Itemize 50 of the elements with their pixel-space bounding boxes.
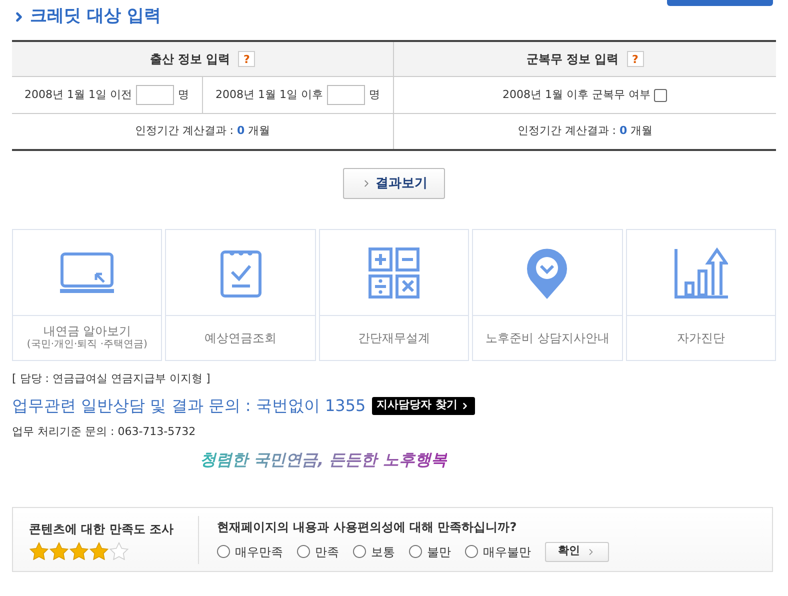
field-label: 2008년 1월 이후 군복무 여부: [502, 86, 650, 103]
star-icon[interactable]: [49, 542, 69, 560]
field-label: 2008년 1월 1일 이전: [24, 86, 132, 103]
count-input[interactable]: [326, 85, 365, 105]
service-card[interactable]: 간단재무설계: [318, 229, 470, 361]
card-title: 노후준비 상담지사안내: [485, 330, 610, 346]
service-card[interactable]: 예상연금조회: [165, 229, 316, 361]
star-icon[interactable]: [29, 542, 49, 560]
section-heading: 출산 정보 입력: [150, 51, 230, 68]
manager-text: [ 담당 : 연금급여실 연금지급부 이지형 ]: [12, 371, 212, 387]
rating-radio[interactable]: 보통: [353, 542, 395, 560]
survey-title: 콘텐츠에 대한 만족도 조사: [29, 520, 175, 538]
unit-label: 명: [178, 86, 189, 103]
rating-radio[interactable]: 불만: [409, 542, 451, 560]
standard-inquiry-text: 업무 처리기준 문의 : 063-713-5732: [12, 424, 197, 440]
submit-button[interactable]: 확인: [545, 542, 609, 562]
rating-radio[interactable]: 만족: [297, 542, 339, 560]
calculator-icon: [368, 246, 420, 298]
military-checkbox[interactable]: [654, 88, 668, 102]
service-card[interactable]: 내연금 알아보기 (국민·개인·퇴직 ·주택연금): [12, 229, 162, 361]
bar-chart-arrow-icon: [674, 246, 728, 298]
count-input[interactable]: [136, 85, 174, 105]
page-title: 크레딧 대상 입력: [30, 5, 161, 28]
monitor-icon: [60, 252, 114, 294]
service-card[interactable]: 자가진단: [626, 229, 776, 361]
help-button[interactable]: ?: [238, 51, 256, 67]
rating-radio[interactable]: 매우만족: [217, 542, 283, 560]
branch-search-button[interactable]: 지사담당자 찾기: [372, 396, 475, 414]
star-icon[interactable]: [89, 542, 109, 560]
survey-question: 현재페이지의 내용과 사용편의성에 대해 만족하십니까?: [217, 518, 518, 536]
inquiry-text: 업무관련 일반상담 및 결과 문의 : 국번없이 1355: [12, 394, 366, 416]
card-title: 자가진단: [676, 330, 725, 346]
card-subtitle: (국민·개인·퇴직 ·주택연금): [26, 339, 148, 352]
card-title: 내연금 알아보기: [43, 324, 132, 339]
service-card[interactable]: 노후준비 상담지사안내: [472, 229, 623, 361]
unit-label: 명: [368, 86, 380, 103]
result-text: 인정기간 계산결과 : 0 개월: [517, 123, 653, 140]
star-icon[interactable]: [69, 542, 89, 560]
location-pin-icon: [525, 246, 570, 298]
slogan-text: 청렴한 국민연금, 든든한 노후행복: [200, 450, 447, 469]
notepad-check-icon: [220, 248, 262, 298]
result-button[interactable]: 결과보기: [343, 168, 445, 199]
star-icon[interactable]: [109, 542, 129, 560]
card-title: 예상연금조회: [204, 330, 277, 346]
help-button[interactable]: ?: [626, 51, 644, 67]
rating-radio[interactable]: 매우불만: [465, 542, 531, 560]
field-label: 2008년 1월 1일 이후: [216, 86, 323, 103]
result-text: 인정기간 계산결과 : 0 개월: [134, 123, 270, 140]
card-title: 간단재무설계: [358, 330, 430, 346]
section-heading: 군복무 정보 입력: [526, 51, 619, 68]
